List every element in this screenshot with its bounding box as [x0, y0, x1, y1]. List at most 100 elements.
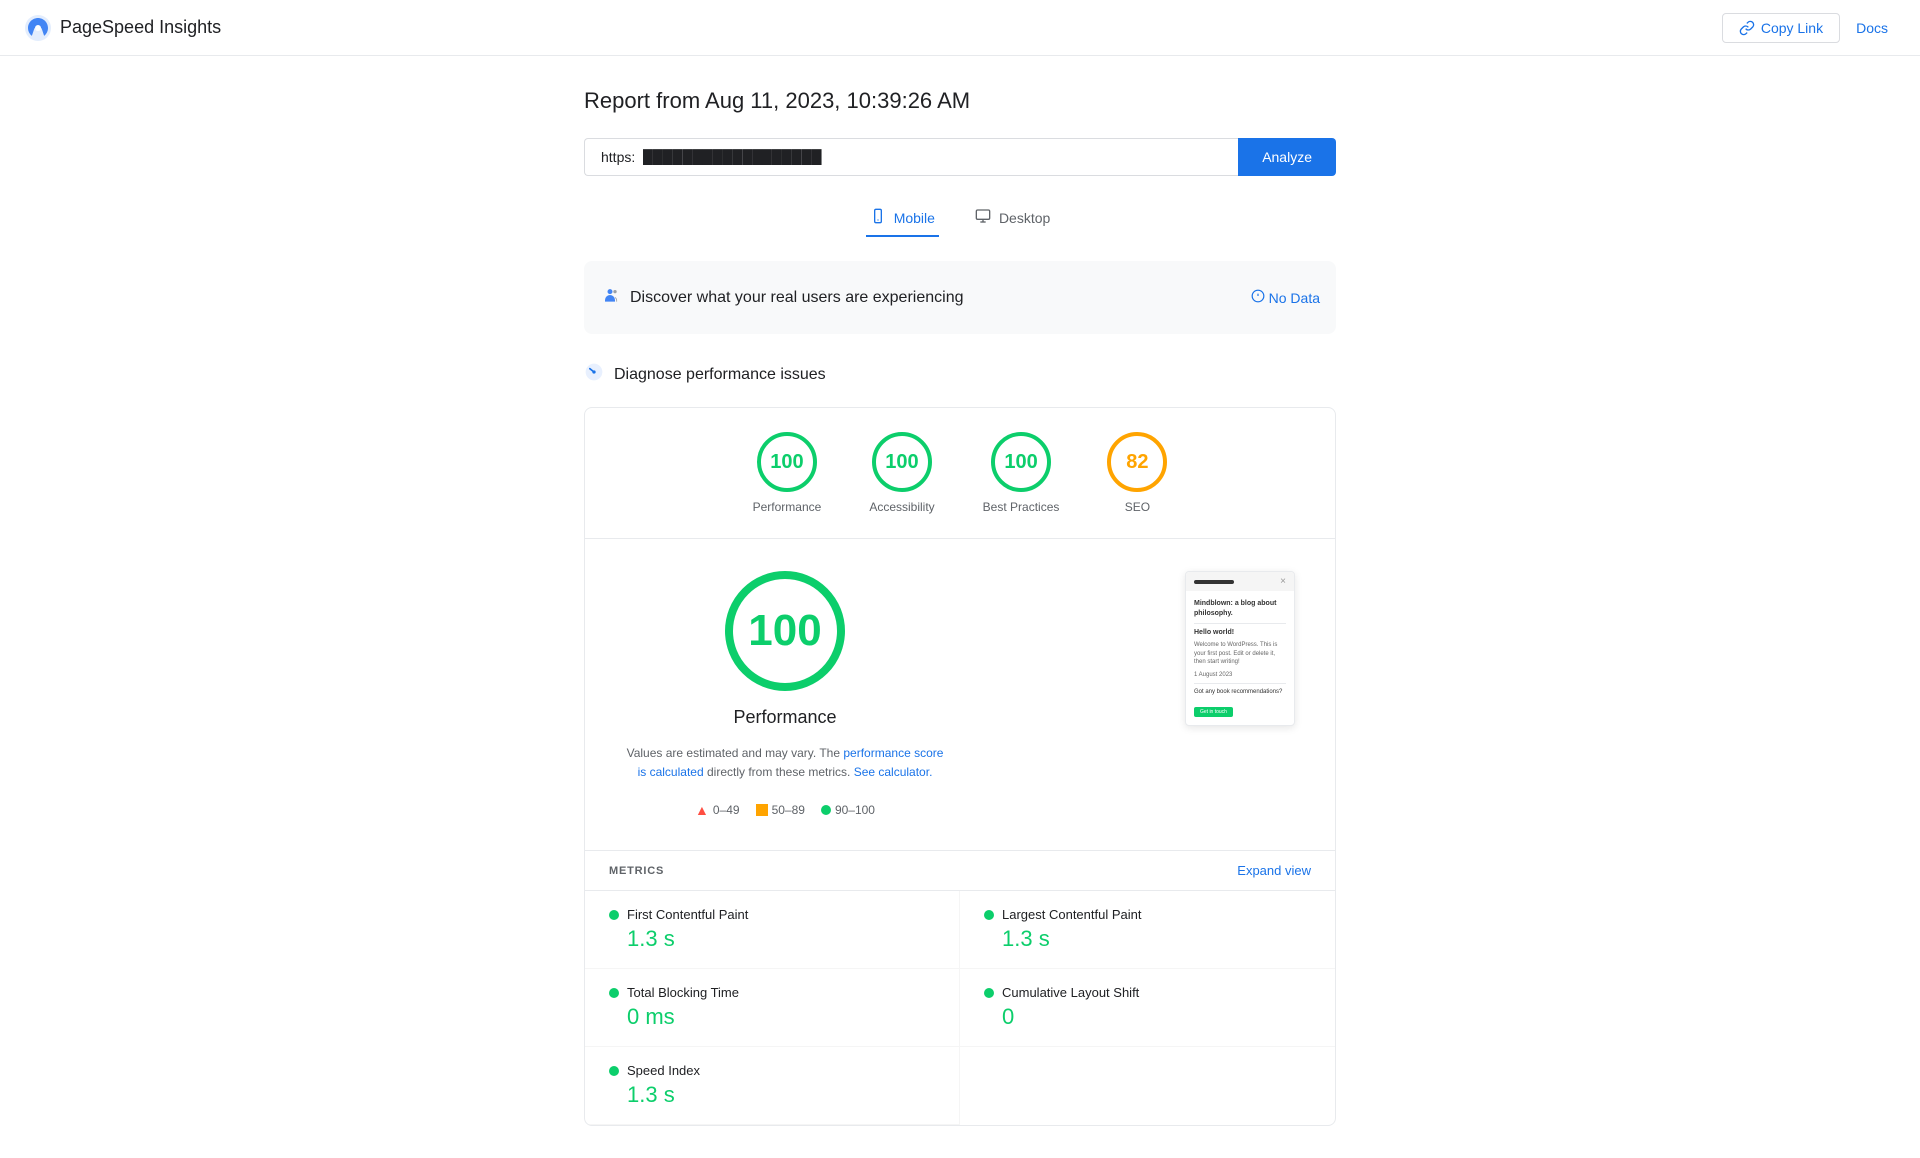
- diagnose-header[interactable]: Diagnose performance issues: [584, 350, 1336, 399]
- see-calculator-link[interactable]: See calculator.: [854, 765, 933, 779]
- gauge-icon: [584, 362, 604, 387]
- diagnose-label: Diagnose performance issues: [614, 366, 826, 384]
- legend-orange-label: 50–89: [772, 803, 805, 817]
- metric-si-name: Speed Index: [627, 1063, 700, 1078]
- metric-lcp-dot: [984, 910, 994, 920]
- performance-title: Performance: [733, 707, 836, 728]
- best-practices-score: 100: [1004, 451, 1037, 474]
- seo-label: SEO: [1125, 500, 1150, 514]
- legend-orange: 50–89: [756, 803, 805, 817]
- metric-fcp-name: First Contentful Paint: [627, 907, 748, 922]
- discover-label: Discover what your real users are experi…: [630, 289, 963, 307]
- score-performance[interactable]: 100 Performance: [753, 432, 822, 514]
- perf-desc-text2: directly from these metrics.: [707, 765, 854, 779]
- scores-row: 100 Performance 100 Accessibility 100 Be…: [585, 408, 1335, 539]
- main-content: Report from Aug 11, 2023, 10:39:26 AM An…: [560, 56, 1360, 1158]
- mobile-icon: [870, 208, 886, 227]
- discover-left: Discover what your real users are experi…: [600, 285, 963, 310]
- copy-link-button[interactable]: Copy Link: [1722, 13, 1840, 43]
- app-title: PageSpeed Insights: [60, 17, 221, 38]
- metric-cls-dot: [984, 988, 994, 998]
- performance-big-circle: 100: [725, 571, 845, 691]
- accessibility-label: Accessibility: [869, 500, 934, 514]
- performance-detail: 100 Performance Values are estimated and…: [585, 539, 1335, 850]
- triangle-icon: ▲: [695, 802, 709, 818]
- screenshot-hello-world: Hello world!: [1194, 628, 1286, 638]
- metric-lcp-value: 1.3 s: [1002, 926, 1311, 952]
- screenshot-content: Mindblown: a blog about philosophy. Hell…: [1186, 591, 1294, 725]
- metric-tbt-value: 0 ms: [627, 1004, 935, 1030]
- website-screenshot: × Mindblown: a blog about philosophy. He…: [1185, 571, 1295, 726]
- docs-link[interactable]: Docs: [1848, 14, 1896, 42]
- discover-header[interactable]: Discover what your real users are experi…: [600, 273, 1320, 322]
- perf-desc-text: Values are estimated and may vary. The: [627, 746, 840, 760]
- performance-description: Values are estimated and may vary. The p…: [625, 744, 945, 782]
- accessibility-circle[interactable]: 100: [872, 432, 932, 492]
- screenshot-body-text: Welcome to WordPress. This is your first…: [1194, 641, 1286, 666]
- seo-score: 82: [1126, 451, 1148, 474]
- screenshot-titlebar: ×: [1186, 572, 1294, 591]
- metrics-grid: First Contentful Paint 1.3 s Largest Con…: [585, 890, 1335, 1125]
- legend: ▲ 0–49 50–89 90–100: [695, 802, 875, 818]
- metric-si-value: 1.3 s: [627, 1082, 935, 1108]
- expand-view-button[interactable]: Expand view: [1237, 863, 1311, 878]
- metrics-header: METRICS Expand view: [585, 850, 1335, 890]
- url-bar: Analyze: [584, 138, 1336, 176]
- logo-icon: [24, 14, 52, 42]
- seo-circle[interactable]: 82: [1107, 432, 1167, 492]
- accessibility-score: 100: [885, 451, 918, 474]
- metric-cls-name: Cumulative Layout Shift: [1002, 985, 1139, 1000]
- best-practices-label: Best Practices: [983, 500, 1060, 514]
- metric-si-dot: [609, 1066, 619, 1076]
- screenshot-divider-2: [1194, 683, 1286, 684]
- orange-square-icon: [756, 804, 768, 816]
- screenshot-date: 1 August 2023: [1194, 671, 1286, 679]
- performance-label: Performance: [753, 500, 822, 514]
- url-input[interactable]: [584, 138, 1238, 176]
- green-circle-icon: [821, 805, 831, 815]
- legend-green-label: 90–100: [835, 803, 875, 817]
- metric-fcp-dot: [609, 910, 619, 920]
- device-tabs: Mobile Desktop: [584, 200, 1336, 237]
- legend-green: 90–100: [821, 803, 875, 817]
- scores-card: 100 Performance 100 Accessibility 100 Be…: [584, 407, 1336, 1126]
- screenshot-close: ×: [1280, 576, 1286, 587]
- analyze-button[interactable]: Analyze: [1238, 138, 1336, 176]
- info-icon: [1251, 289, 1265, 306]
- discover-section: Discover what your real users are experi…: [584, 261, 1336, 334]
- score-best-practices[interactable]: 100 Best Practices: [983, 432, 1060, 514]
- metric-fcp: First Contentful Paint 1.3 s: [585, 891, 960, 969]
- no-data-link[interactable]: No Data: [1251, 289, 1320, 306]
- score-accessibility[interactable]: 100 Accessibility: [869, 432, 934, 514]
- desktop-icon: [975, 208, 991, 227]
- performance-big-score: 100: [748, 606, 821, 656]
- legend-red: ▲ 0–49: [695, 802, 740, 818]
- diagnose-left: Diagnose performance issues: [584, 362, 826, 387]
- performance-left: 100 Performance Values are estimated and…: [625, 571, 945, 818]
- screenshot-site-title: Mindblown: a blog about philosophy.: [1194, 599, 1286, 619]
- tab-mobile-label: Mobile: [894, 210, 935, 226]
- metric-lcp: Largest Contentful Paint 1.3 s: [960, 891, 1335, 969]
- diagnose-section: Diagnose performance issues 100 Performa…: [584, 350, 1336, 1126]
- metric-si-row: Speed Index: [609, 1063, 935, 1078]
- best-practices-circle[interactable]: 100: [991, 432, 1051, 492]
- tab-desktop-label: Desktop: [999, 210, 1050, 226]
- metrics-section-label: METRICS: [609, 865, 664, 877]
- tab-mobile[interactable]: Mobile: [866, 200, 939, 237]
- performance-circle[interactable]: 100: [757, 432, 817, 492]
- metric-cls-value: 0: [1002, 1004, 1311, 1030]
- tab-desktop[interactable]: Desktop: [971, 200, 1054, 237]
- metric-cls: Cumulative Layout Shift 0: [960, 969, 1335, 1047]
- metric-fcp-row: First Contentful Paint: [609, 907, 935, 922]
- people-icon: [600, 285, 620, 310]
- screenshot-cta-button: Get in touch: [1194, 707, 1233, 717]
- header-actions: Copy Link Docs: [1722, 13, 1896, 43]
- score-seo[interactable]: 82 SEO: [1107, 432, 1167, 514]
- metric-lcp-row: Largest Contentful Paint: [984, 907, 1311, 922]
- performance-score: 100: [770, 451, 803, 474]
- report-title: Report from Aug 11, 2023, 10:39:26 AM: [584, 88, 1336, 114]
- legend-red-label: 0–49: [713, 803, 740, 817]
- metric-tbt-dot: [609, 988, 619, 998]
- no-data-label: No Data: [1269, 290, 1320, 306]
- logo-area: PageSpeed Insights: [24, 14, 221, 42]
